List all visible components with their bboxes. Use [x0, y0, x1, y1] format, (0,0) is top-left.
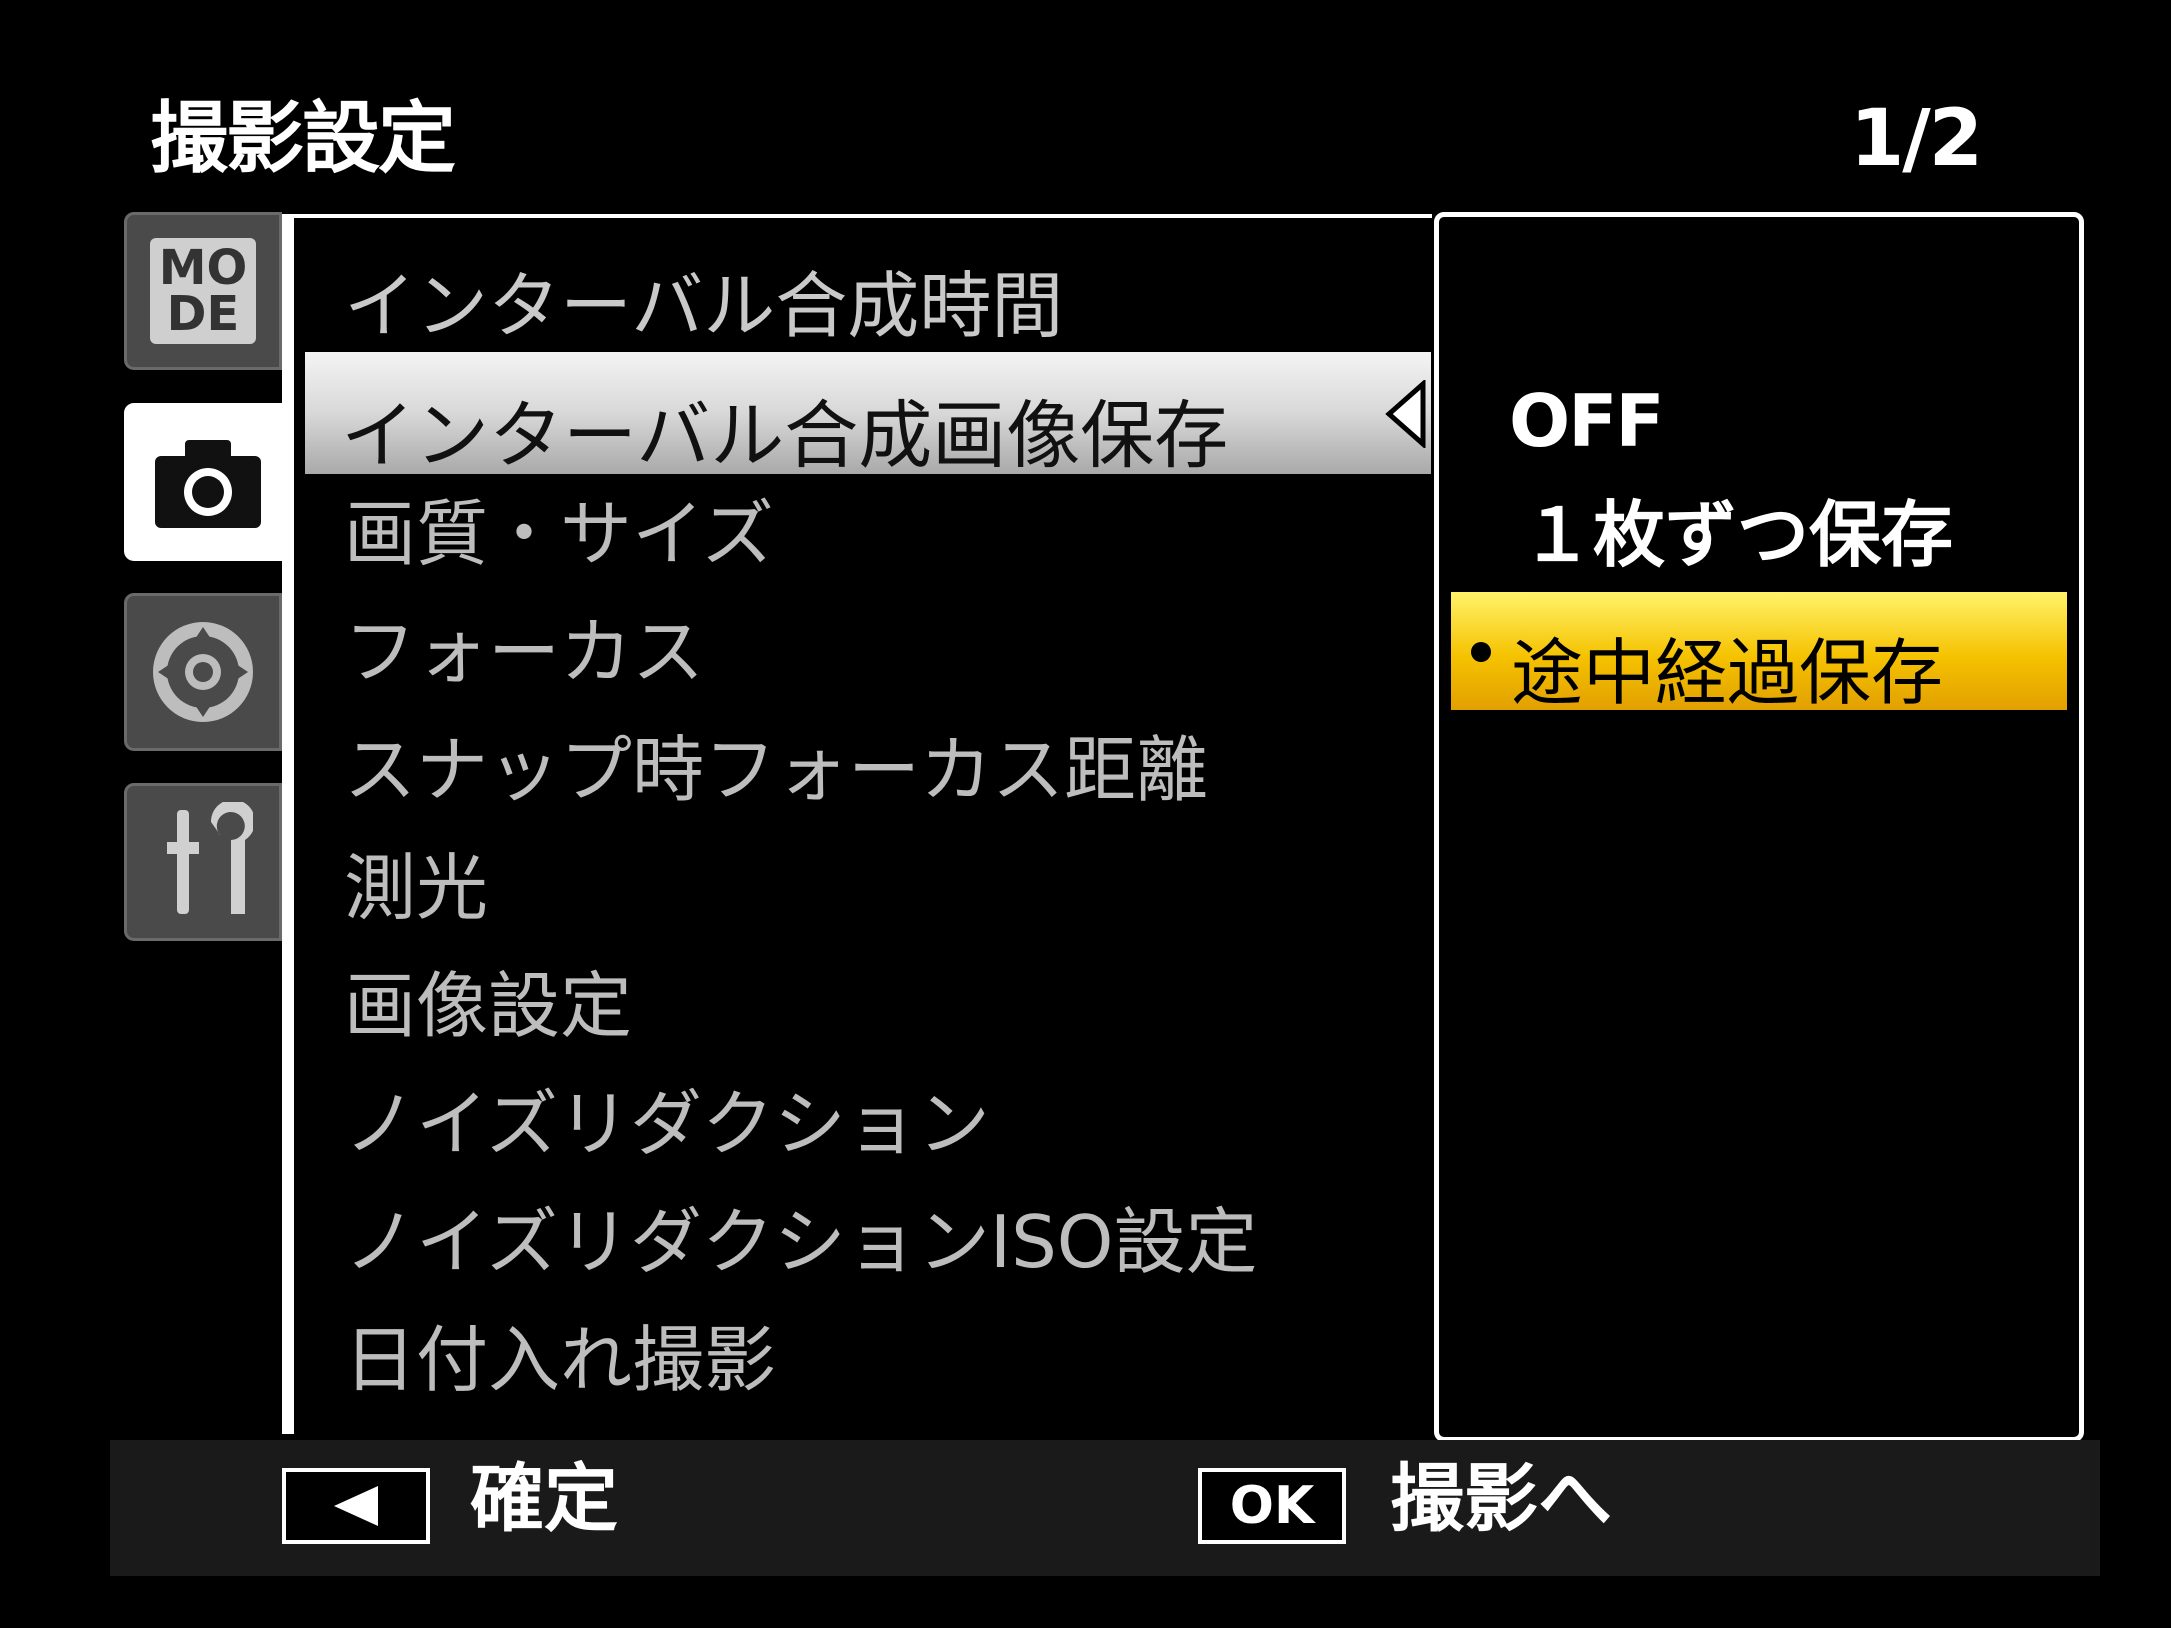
page-number: 1/2	[1849, 94, 1983, 184]
camera-icon	[155, 440, 261, 528]
left-key-button[interactable]	[282, 1468, 430, 1544]
tab-tools[interactable]	[124, 783, 282, 941]
shoot-label: 撮影へ	[1390, 1456, 1612, 1542]
option-save-progress[interactable]: 途中経過保存	[1451, 592, 2067, 715]
submenu-panel: OFF １枚ずつ保存 途中経過保存	[1434, 212, 2084, 1442]
menu-item-noise-reduction[interactable]: ノイズリダクション	[344, 1088, 990, 1160]
option-save-each[interactable]: １枚ずつ保存	[1521, 499, 1953, 571]
menu-item-metering[interactable]: 測光	[344, 852, 488, 924]
option-label: 途中経過保存	[1511, 631, 1944, 715]
tools-icon	[167, 802, 253, 914]
submenu-arrow-icon	[1385, 380, 1426, 448]
menu-item-snap-focus[interactable]: スナップ時フォーカス距離	[344, 734, 1208, 806]
menu-item-interval-time[interactable]: インターバル合成時間	[344, 270, 1063, 342]
dpad-icon	[153, 622, 253, 722]
menu-item-quality-size[interactable]: 画質・サイズ	[344, 498, 774, 570]
tab-camera[interactable]	[124, 403, 292, 561]
menu-item-noise-reduction-iso[interactable]: ノイズリダクションISO設定	[344, 1206, 1257, 1278]
menu-item-label: インターバル合成画像保存	[341, 393, 1229, 479]
mode-icon: MO DE	[150, 238, 256, 344]
menu-item-date-imprint[interactable]: 日付入れ撮影	[344, 1324, 776, 1396]
option-off[interactable]: OFF	[1509, 385, 1665, 457]
footer-bar: 確定 OK 撮影へ	[110, 1440, 2100, 1576]
confirm-label: 確定	[470, 1456, 618, 1542]
tab-setup[interactable]	[124, 593, 282, 751]
menu-item-interval-save[interactable]: インターバル合成画像保存	[305, 352, 1431, 479]
left-arrow-icon	[334, 1486, 378, 1526]
mode-icon-bottom: DE	[166, 286, 240, 342]
tab-mode[interactable]: MO DE	[124, 212, 282, 370]
ok-button[interactable]: OK	[1198, 1468, 1346, 1544]
menu-item-image-settings[interactable]: 画像設定	[344, 970, 632, 1042]
selected-dot-icon	[1471, 642, 1491, 662]
menu-item-focus[interactable]: フォーカス	[344, 616, 704, 688]
mode-icon-top: MO	[158, 240, 248, 296]
page-title: 撮影設定	[150, 94, 456, 184]
